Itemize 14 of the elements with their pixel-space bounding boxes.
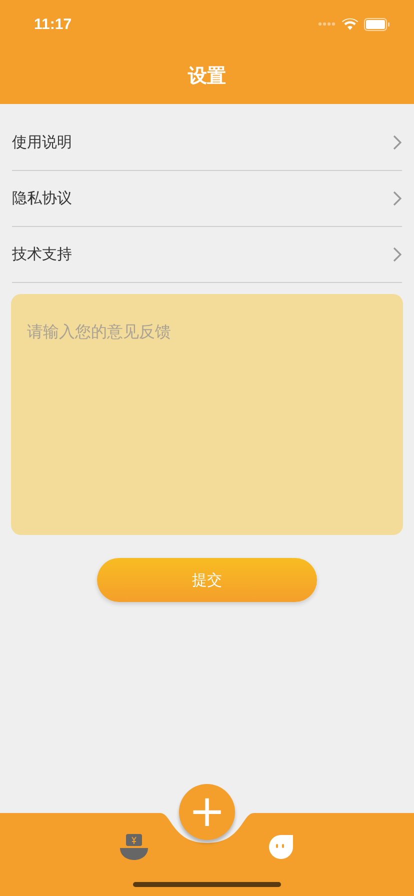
chevron-icon — [393, 247, 402, 262]
chat-face-tab-icon[interactable] — [266, 834, 294, 860]
signal-icon — [318, 22, 336, 26]
battery-icon — [364, 18, 390, 30]
wifi-icon — [342, 18, 358, 30]
wallet-tab-icon[interactable] — [120, 834, 148, 860]
chevron-icon — [393, 135, 402, 150]
page-title: 设置 — [188, 64, 226, 89]
menu-item[interactable]: 技术支持 — [12, 227, 402, 283]
chevron-icon — [393, 191, 402, 206]
menu-item[interactable]: 隐私协议 — [12, 171, 402, 227]
menu-item[interactable]: 使用说明 — [12, 115, 402, 171]
status-time: 11:17 — [34, 16, 72, 32]
feedback-field[interactable]: 请输入您的意见反馈 — [11, 294, 403, 535]
